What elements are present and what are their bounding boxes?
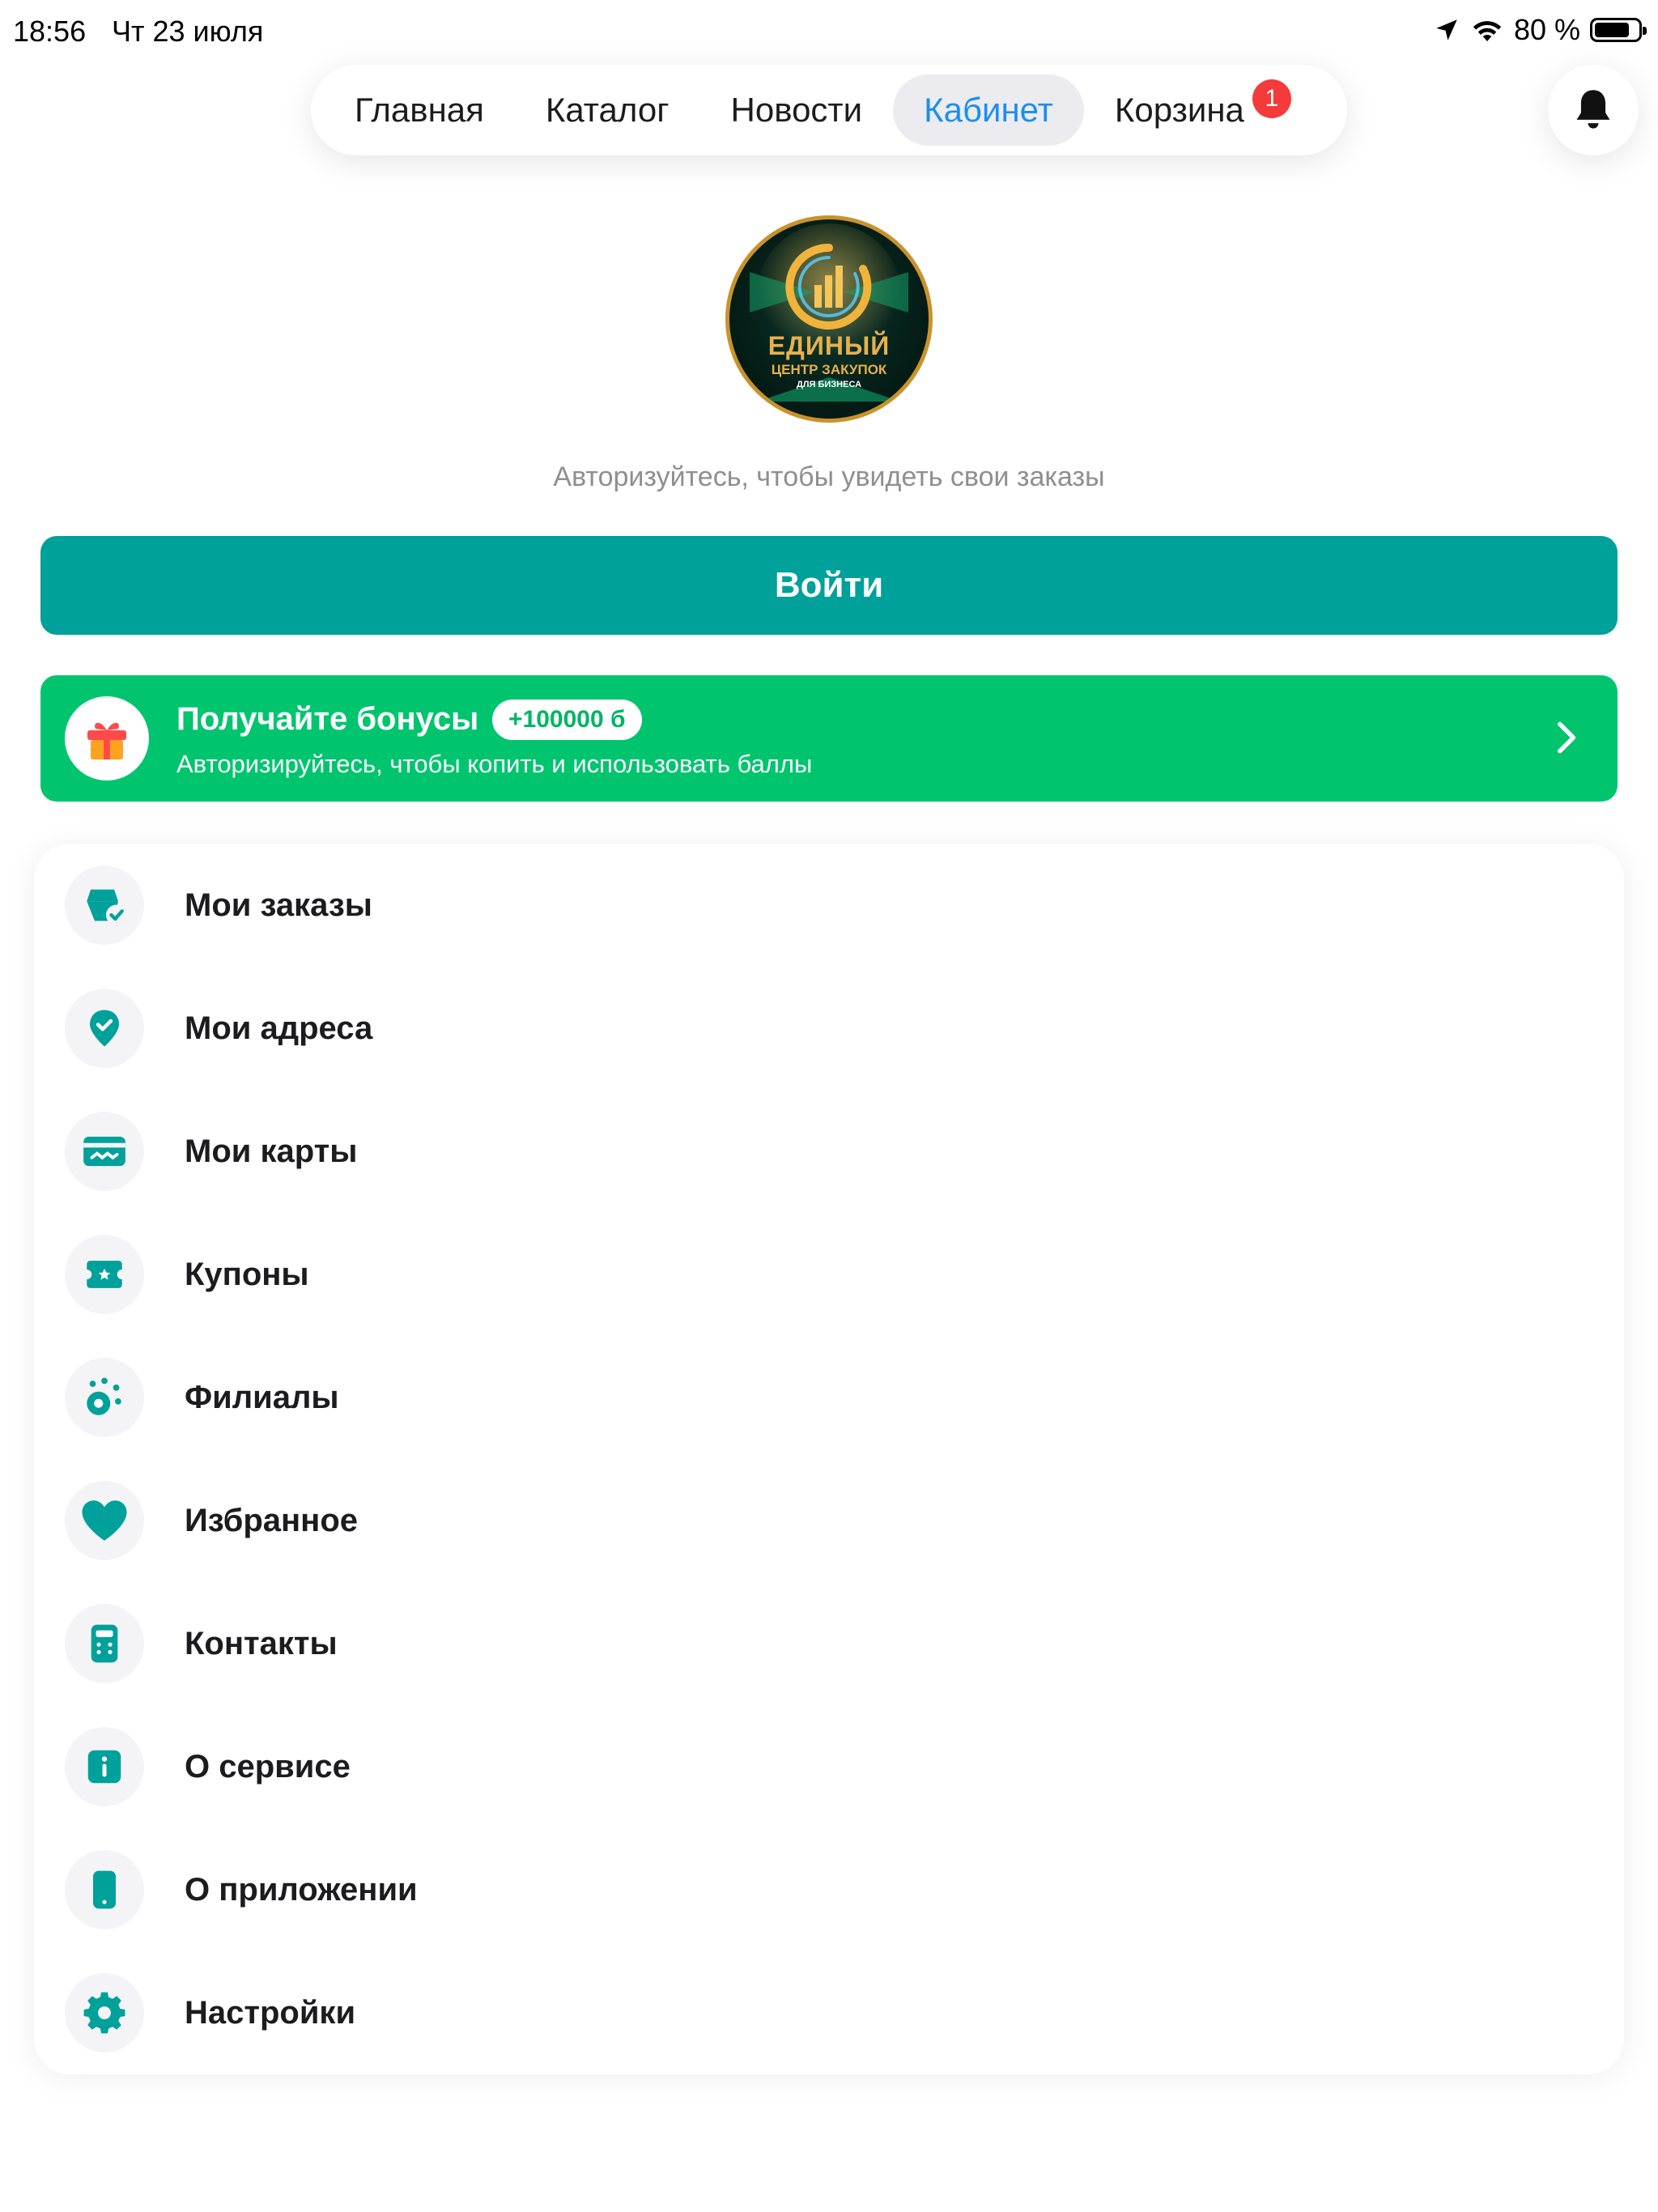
company-logo: ЕДИНЫЙ ЦЕНТР ЗАКУПОК ДЛЯ БИЗНЕСА — [725, 215, 933, 423]
battery-percent: 80 % — [1513, 13, 1580, 46]
menu-item-coupons[interactable]: Купоны — [34, 1213, 1624, 1336]
battery-icon — [1590, 18, 1647, 42]
menu-label: Филиалы — [185, 1379, 339, 1415]
gift-icon — [87, 722, 126, 759]
tab-home-label: Главная — [355, 91, 484, 129]
tab-cart[interactable]: Корзина 1 — [1084, 74, 1291, 146]
bonus-title: Получайте бонусы — [176, 701, 479, 737]
bonus-subtitle: Авторизируйтесь, чтобы копить и использо… — [176, 750, 813, 778]
menu-item-about-service[interactable]: О сервисе — [34, 1705, 1624, 1828]
bell-icon — [1576, 90, 1610, 129]
menu-item-settings[interactable]: Настройки — [34, 1951, 1624, 2074]
menu-label: О сервисе — [185, 1748, 351, 1784]
status-date: Чт 23 июля — [112, 15, 264, 48]
branches-icon — [65, 1358, 144, 1437]
menu-item-addresses[interactable]: Мои адреса — [34, 967, 1624, 1090]
menu-item-branches[interactable]: Филиалы — [34, 1336, 1624, 1459]
tab-news-label: Новости — [730, 91, 863, 129]
logo-line-3: ДЛЯ БИЗНЕСА — [796, 380, 862, 389]
logo-emblem-icon — [750, 223, 908, 402]
menu-label: Контакты — [185, 1625, 338, 1661]
location-check-icon — [65, 989, 144, 1068]
account-menu: Мои заказы Мои адреса Мои карты Купоны Ф… — [34, 844, 1624, 2074]
top-tab-bar: Главная Каталог Новости Кабинет Корзина … — [311, 65, 1347, 155]
login-button[interactable]: Войти — [40, 536, 1618, 635]
menu-item-favorites[interactable]: Избранное — [34, 1459, 1624, 1582]
location-arrow-icon — [1436, 19, 1457, 40]
bonus-banner[interactable]: Получайте бонусы +100000 б Авторизируйте… — [40, 675, 1618, 802]
menu-label: Настройки — [185, 1994, 356, 2031]
menu-item-cards[interactable]: Мои карты — [34, 1090, 1624, 1213]
status-time: 18:56 — [13, 15, 87, 48]
wifi-icon — [1473, 21, 1502, 41]
menu-item-orders[interactable]: Мои заказы — [34, 844, 1624, 967]
menu-label: Мои адреса — [185, 1010, 373, 1046]
status-indicators: 80 % — [1433, 13, 1647, 47]
notifications-button[interactable] — [1548, 65, 1639, 155]
bonus-amount-pill: +100000 б — [492, 700, 642, 740]
gift-icon-badge — [65, 696, 149, 781]
menu-label: О приложении — [185, 1871, 418, 1908]
auth-hint: Авторизуйтесь, чтобы увидеть свои заказы — [553, 462, 1105, 492]
menu-label: Избранное — [185, 1502, 359, 1538]
tab-home[interactable]: Главная — [324, 74, 515, 146]
menu-item-contacts[interactable]: Контакты — [34, 1582, 1624, 1705]
menu-label: Мои заказы — [185, 887, 372, 923]
chevron-right-icon — [1558, 721, 1576, 754]
menu-label: Мои карты — [185, 1133, 358, 1169]
tab-catalog-label: Каталог — [545, 91, 670, 129]
status-bar: 18:56 Чт 23 июля 80 % — [0, 0, 1658, 65]
tab-cabinet[interactable]: Кабинет — [893, 74, 1084, 146]
cart-badge: 1 — [1252, 79, 1291, 118]
info-icon — [65, 1727, 144, 1806]
gear-icon — [65, 1973, 144, 2052]
tab-news[interactable]: Новости — [700, 74, 894, 146]
heart-icon — [65, 1481, 144, 1560]
menu-label: Купоны — [185, 1256, 309, 1292]
tab-cart-label: Корзина — [1114, 91, 1244, 129]
logo-line-1: ЕДИНЫЙ — [767, 331, 891, 360]
basket-check-icon — [65, 866, 144, 945]
phone-book-icon — [65, 1604, 144, 1683]
menu-item-about-app[interactable]: О приложении — [34, 1828, 1624, 1951]
logo-line-2: ЦЕНТР ЗАКУПОК — [771, 362, 887, 377]
coupon-icon — [65, 1235, 144, 1314]
tab-cabinet-label: Кабинет — [924, 91, 1053, 129]
card-icon — [65, 1112, 144, 1191]
phone-icon — [65, 1850, 144, 1929]
tab-catalog[interactable]: Каталог — [515, 74, 700, 146]
